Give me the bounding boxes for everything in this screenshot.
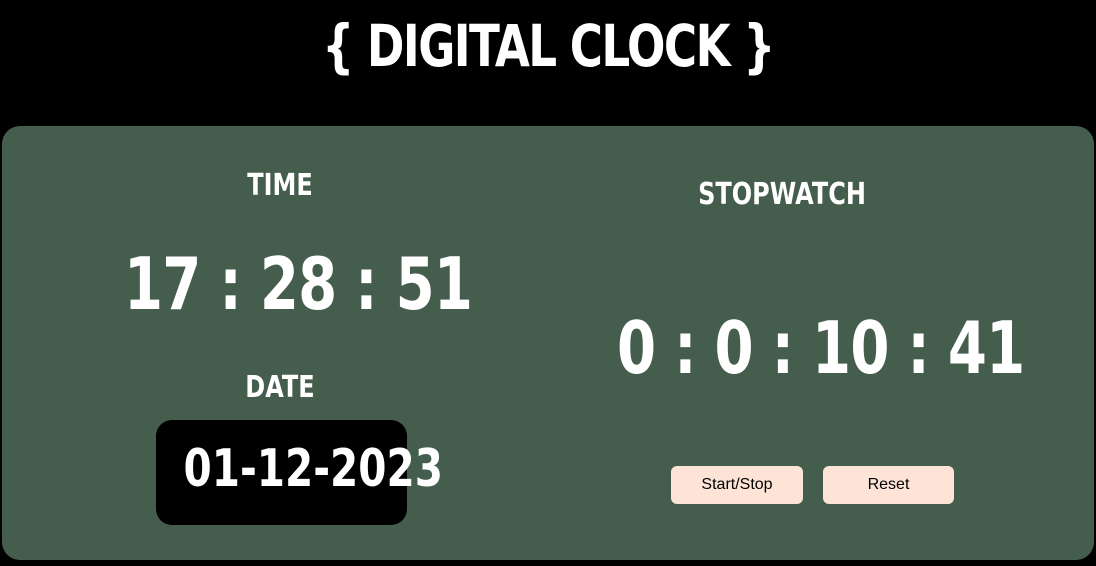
stopwatch-label: STOPWATCH xyxy=(698,177,866,212)
date-label: DATE xyxy=(245,370,315,405)
time-display: 17 : 28 : 51 xyxy=(124,242,473,326)
time-label: TIME xyxy=(247,168,313,203)
page-title: { DIGITAL CLOCK } xyxy=(322,12,775,80)
date-box: 01-12-2023 xyxy=(156,420,443,525)
reset-button[interactable]: Reset xyxy=(823,466,954,504)
date-display: 01-12-2023 xyxy=(183,439,443,499)
start-stop-button[interactable]: Start/Stop xyxy=(671,466,803,504)
stopwatch-display: 0 : 0 : 10 : 41 xyxy=(617,306,1025,390)
